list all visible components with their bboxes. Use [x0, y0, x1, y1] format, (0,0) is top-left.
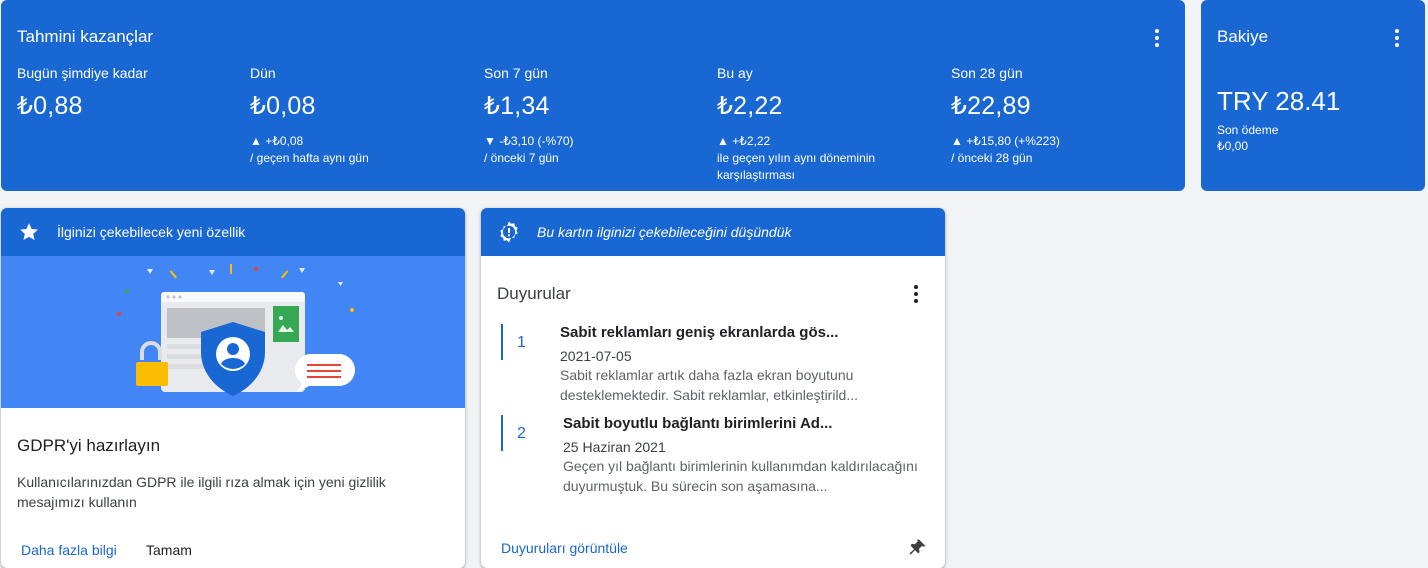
feature-description: Kullanıcılarınızdan GDPR ile ilgili rıza… — [17, 474, 386, 510]
metric-label: Son 28 gün — [951, 65, 1023, 81]
item-number: 1 — [517, 334, 526, 351]
balance-amount: TRY 28.41 — [1217, 86, 1341, 116]
item-title: Sabit reklamları geniş ekranlarda gös... — [560, 324, 839, 341]
estimated-earnings-card: Tahmini kazançlar Bugün şimdiye kadar ₺0… — [1, 0, 1185, 191]
metric-label: Bugün şimdiye kadar — [17, 65, 148, 81]
item-body: Sabit reklamlar artık daha fazla ekran b… — [560, 367, 859, 403]
metric-label: Dün — [250, 65, 276, 81]
metric-value: ₺0,88 — [17, 92, 83, 120]
metric-comparison: / önceki 28 gün — [951, 151, 1033, 165]
metric-comparison: / önceki 7 gün — [484, 151, 559, 165]
feature-header-text: İlginizi çekebilecek yeni özellik — [57, 224, 246, 240]
metric-change: ▲ +₺15,80 (+%223) — [951, 134, 1060, 148]
feature-title: GDPR'yi hazırlayın — [17, 436, 161, 455]
balance-more-icon[interactable] — [1394, 29, 1400, 47]
announcements-card-header: Bu kartın ilginizi çekebileceğini düşünd… — [481, 208, 945, 256]
item-accent-bar — [501, 415, 503, 451]
last-payment-value: ₺0,00 — [1217, 139, 1248, 153]
metric-last-7-days[interactable]: Son 7 gün ₺1,34 ▼ -₺3,10 (-%70) / önceki… — [484, 65, 704, 167]
item-date: 25 Haziran 2021 — [563, 439, 666, 455]
balance-title: Bakiye — [1217, 27, 1269, 46]
metric-comparison: / geçen hafta aynı gün — [250, 151, 369, 165]
announcements-title: Duyurular — [497, 284, 571, 303]
metric-value: ₺2,22 — [717, 92, 783, 120]
item-date: 2021-07-05 — [560, 348, 632, 364]
metric-comparison: ile geçen yılın aynı döneminin karşılaşt… — [717, 151, 876, 182]
earnings-title: Tahmini kazançlar — [17, 27, 154, 46]
item-body: Geçen yıl bağlantı birimlerinin kullanım… — [563, 458, 918, 494]
metric-change: ▲ +₺0,08 — [250, 134, 304, 148]
item-title: Sabit boyutlu bağlantı birimlerini Ad... — [563, 415, 833, 432]
feature-card-header: İlginizi çekebilecek yeni özellik — [1, 208, 465, 256]
announcements-card: Bu kartın ilginizi çekebileceğini düşünd… — [481, 208, 945, 568]
gear-alert-icon — [497, 220, 521, 244]
metric-yesterday[interactable]: Dün ₺0,08 ▲ +₺0,08 / geçen hafta aynı gü… — [250, 65, 470, 167]
announcements-header-text: Bu kartın ilginizi çekebileceğini düşünd… — [537, 224, 792, 240]
item-accent-bar — [501, 324, 503, 360]
balance-card: Bakiye TRY 28.41 Son ödeme ₺0,00 — [1201, 0, 1425, 191]
star-icon — [17, 220, 41, 244]
metric-change: ▲ +₺2,22 — [717, 134, 771, 148]
gdpr-illustration — [1, 256, 465, 408]
item-number: 2 — [517, 425, 526, 442]
metric-value: ₺22,89 — [951, 92, 1031, 120]
view-announcements-link[interactable]: Duyuruları görüntüle — [501, 540, 628, 556]
metric-label: Bu ay — [717, 65, 753, 81]
metric-value: ₺1,34 — [484, 92, 550, 120]
last-payment-label: Son ödeme — [1217, 123, 1279, 137]
pin-icon[interactable] — [907, 538, 927, 558]
earnings-more-icon[interactable] — [1154, 29, 1160, 47]
metric-this-month[interactable]: Bu ay ₺2,22 ▲ +₺2,22 ile geçen yılın ayn… — [717, 65, 917, 184]
metric-value: ₺0,08 — [250, 92, 316, 120]
announcements-more-icon[interactable] — [913, 285, 919, 303]
metric-label: Son 7 gün — [484, 65, 548, 81]
metric-change: ▼ -₺3,10 (-%70) — [484, 134, 574, 148]
new-feature-card: İlginizi çekebilecek yeni özellik GDPR'y… — [1, 208, 465, 568]
metric-today[interactable]: Bugün şimdiye kadar ₺0,88 — [17, 65, 237, 121]
metric-last-28-days[interactable]: Son 28 gün ₺22,89 ▲ +₺15,80 (+%223) / ön… — [951, 65, 1171, 167]
